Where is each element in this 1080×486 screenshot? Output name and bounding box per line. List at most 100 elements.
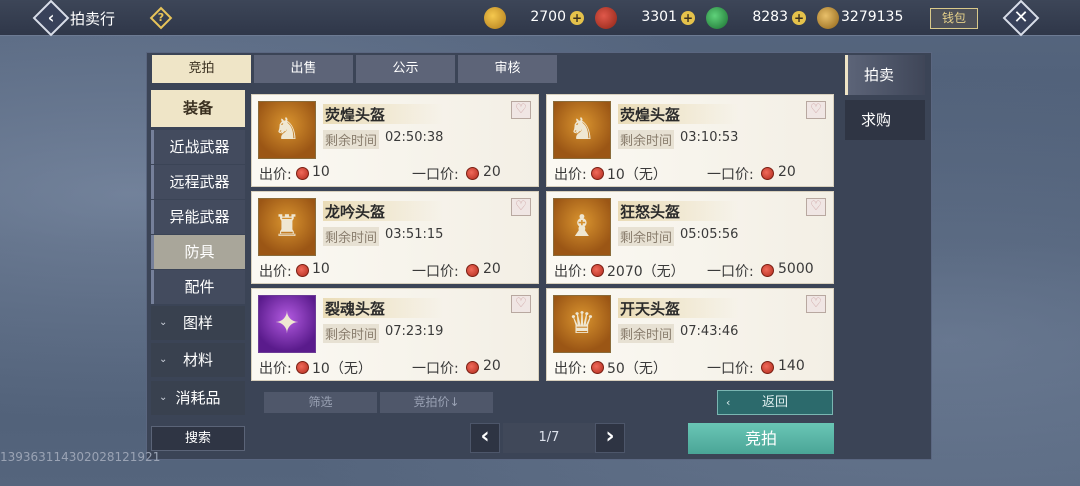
currency-red-value: 3301	[641, 9, 677, 25]
buyout-label: 一口价:	[707, 361, 754, 377]
listing-card[interactable]: ✦ 裂魂头盔 ♡ 剩余时间 07:23:19 出价: 10（无） 一口价: 20	[251, 288, 539, 381]
user-id-watermark: 1393631143020281219​21	[0, 450, 161, 464]
category-ranged-weapon[interactable]: 远程武器	[151, 165, 245, 199]
horned-helmet-icon: ♞	[553, 101, 611, 159]
red-coin-icon	[761, 264, 774, 277]
time-label: 剩余时间	[323, 130, 380, 149]
time-remaining: 03:51:15	[385, 227, 444, 242]
item-name: 荧煌头盔	[618, 104, 738, 124]
back-arrow-icon: ‹	[47, 8, 55, 27]
chevron-down-icon: ⌄	[159, 354, 168, 365]
dragon-helmet-icon: ♜	[258, 198, 316, 256]
favorite-heart-icon[interactable]: ♡	[511, 295, 531, 313]
favorite-heart-icon[interactable]: ♡	[806, 198, 826, 216]
tab-bid[interactable]: 竞拍	[152, 55, 251, 83]
time-remaining: 02:50:38	[385, 130, 444, 145]
chevron-down-icon: ⌄	[159, 317, 168, 328]
category-psionic-weapon[interactable]: 异能武器	[151, 200, 245, 234]
time-label: 剩余时间	[618, 130, 675, 149]
category-material-label: 材料	[182, 351, 213, 369]
favorite-heart-icon[interactable]: ♡	[806, 295, 826, 313]
buyout-value: 140	[778, 358, 805, 374]
close-button[interactable]: ✕	[1002, 0, 1040, 37]
tab-publicity[interactable]: 公示	[356, 55, 455, 83]
time-label: 剩余时间	[618, 227, 675, 246]
red-coin-icon	[591, 167, 604, 180]
return-button[interactable]: ‹ 返回	[717, 390, 833, 415]
page-indicator: 1/7	[503, 423, 595, 453]
add-jade-coin-button[interactable]: +	[792, 11, 806, 25]
side-tab-wanted[interactable]: 求购	[845, 100, 925, 140]
bid-value: 10	[312, 261, 330, 277]
red-coin-icon	[466, 361, 479, 374]
favorite-heart-icon[interactable]: ♡	[511, 101, 531, 119]
category-pattern[interactable]: ⌄ 图样	[151, 306, 245, 340]
red-coin-icon	[761, 167, 774, 180]
red-coin-icon	[595, 7, 617, 29]
buyout-label: 一口价:	[412, 361, 459, 377]
fury-helmet-icon: ♝	[553, 198, 611, 256]
add-gold-button[interactable]: +	[570, 11, 584, 25]
tab-review[interactable]: 审核	[458, 55, 557, 83]
buyout-value: 20	[778, 164, 796, 180]
search-button[interactable]: 搜索	[151, 426, 245, 451]
item-name: 狂怒头盔	[618, 201, 738, 221]
category-material[interactable]: ⌄ 材料	[151, 343, 245, 377]
bid-label: 出价:	[259, 361, 292, 377]
category-consumable[interactable]: ⌄ 消耗品	[151, 381, 245, 415]
buyout-value: 20	[483, 261, 501, 277]
buyout-value: 5000	[778, 261, 814, 277]
wallet-button[interactable]: 钱包	[930, 8, 978, 29]
currency-gold-value: 2700	[530, 9, 566, 25]
time-label: 剩余时间	[323, 227, 380, 246]
buyout-value: 20	[483, 358, 501, 374]
bid-value: 10（无）	[607, 167, 667, 183]
help-button[interactable]: ?	[149, 6, 173, 30]
auction-panel: 竞拍 出售 公示 审核 装备 近战武器 远程武器 异能武器 防具 配件 ⌄ 图样 …	[146, 52, 932, 460]
side-tab-auction[interactable]: 拍卖	[845, 55, 925, 95]
listing-card[interactable]: ♝ 狂怒头盔 ♡ 剩余时间 05:05:56 出价: 2070（无） 一口价: …	[546, 191, 834, 284]
favorite-heart-icon[interactable]: ♡	[806, 101, 826, 119]
category-accessory[interactable]: 配件	[151, 270, 245, 304]
time-label: 剩余时间	[618, 324, 675, 343]
close-icon: ✕	[1013, 7, 1029, 29]
buyout-label: 一口价:	[412, 167, 459, 183]
category-armor[interactable]: 防具	[151, 235, 245, 269]
bid-button[interactable]: 竞拍	[688, 423, 834, 454]
category-consumable-label: 消耗品	[175, 389, 221, 407]
buyout-label: 一口价:	[412, 264, 459, 280]
back-button[interactable]: ‹	[32, 0, 70, 37]
currency-silver-value: 3279135	[841, 9, 904, 25]
return-label: 返回	[761, 395, 788, 410]
buyout-label: 一口价:	[707, 167, 754, 183]
listing-card[interactable]: ♛ 开天头盔 ♡ 剩余时间 07:43:46 出价: 50（无） 一口价: 14…	[546, 288, 834, 381]
spiked-helmet-icon: ✦	[258, 295, 316, 353]
prev-page-button[interactable]: ‹	[470, 423, 500, 453]
red-coin-icon	[466, 167, 479, 180]
buyout-value: 20	[483, 164, 501, 180]
bid-value: 50（无）	[607, 361, 667, 377]
time-label: 剩余时间	[323, 324, 380, 343]
favorite-heart-icon[interactable]: ♡	[511, 198, 531, 216]
category-melee-weapon[interactable]: 近战武器	[151, 130, 245, 164]
sort-by-bid-button[interactable]: 竞拍价↓	[380, 392, 493, 413]
category-pattern-label: 图样	[182, 314, 213, 332]
listing-card[interactable]: ♞ 荧煌头盔 ♡ 剩余时间 02:50:38 出价: 10 一口价: 20	[251, 94, 539, 187]
item-name: 裂魂头盔	[323, 298, 443, 318]
silver-feather-icon	[817, 7, 839, 29]
filter-button[interactable]: 筛选	[264, 392, 377, 413]
tab-sell[interactable]: 出售	[254, 55, 353, 83]
listing-card[interactable]: ♞ 荧煌头盔 ♡ 剩余时间 03:10:53 出价: 10（无） 一口价: 20	[546, 94, 834, 187]
window-title: 拍卖行	[70, 10, 116, 28]
red-coin-icon	[296, 167, 309, 180]
listing-card[interactable]: ♜ 龙吟头盔 ♡ 剩余时间 03:51:15 出价: 10 一口价: 20	[251, 191, 539, 284]
time-remaining: 07:23:19	[385, 324, 444, 339]
gold-ingot-icon	[484, 7, 506, 29]
red-coin-icon	[296, 264, 309, 277]
next-page-button[interactable]: ›	[595, 423, 625, 453]
bid-label: 出价:	[554, 264, 587, 280]
add-red-coin-button[interactable]: +	[681, 11, 695, 25]
time-remaining: 05:05:56	[680, 227, 739, 242]
category-equipment[interactable]: 装备	[151, 90, 245, 127]
buyout-label: 一口价:	[707, 264, 754, 280]
